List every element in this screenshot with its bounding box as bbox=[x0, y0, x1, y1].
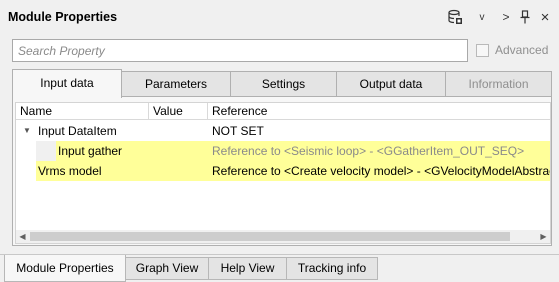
row-reference: Reference to <Create velocity model> - <… bbox=[212, 164, 551, 178]
scroll-right-icon[interactable]: ▶ bbox=[537, 230, 550, 243]
tab-parameters[interactable]: Parameters bbox=[121, 71, 231, 97]
chevron-right-icon[interactable]: > bbox=[500, 8, 512, 26]
bottom-dock-tabs: Module Properties Graph View Help View T… bbox=[0, 254, 559, 282]
tree-row[interactable]: Vrms model Reference to <Create velocity… bbox=[16, 161, 551, 181]
search-input[interactable] bbox=[12, 39, 468, 62]
tab-module-properties[interactable]: Module Properties bbox=[4, 255, 126, 282]
checkbox-box[interactable] bbox=[476, 43, 489, 57]
title-bar: Module Properties v > × bbox=[0, 0, 559, 34]
column-header-value[interactable]: Value bbox=[149, 103, 208, 120]
column-header-reference[interactable]: Reference bbox=[208, 103, 550, 120]
close-icon[interactable]: × bbox=[539, 8, 551, 26]
row-name: Vrms model bbox=[38, 164, 102, 178]
tab-graph-view[interactable]: Graph View bbox=[125, 257, 209, 280]
tab-output-data[interactable]: Output data bbox=[336, 71, 446, 97]
row-reference: Reference to <Seismic loop> - <GGatherIt… bbox=[212, 144, 525, 158]
tab-help-view[interactable]: Help View bbox=[208, 257, 287, 280]
tree-header: Name Value Reference bbox=[16, 103, 550, 120]
tab-information[interactable]: Information bbox=[445, 71, 552, 97]
row-name: Input DataItem bbox=[38, 124, 117, 138]
window-title: Module Properties bbox=[8, 10, 118, 24]
tree-row[interactable]: Input gather Reference to <Seismic loop>… bbox=[16, 141, 550, 161]
property-tree: Name Value Reference ▼ Input DataItem NO… bbox=[15, 102, 551, 244]
tree-row[interactable]: ▼ Input DataItem NOT SET bbox=[16, 121, 550, 141]
tab-content-panel: Name Value Reference ▼ Input DataItem NO… bbox=[12, 96, 552, 246]
scroll-left-icon[interactable]: ◀ bbox=[16, 230, 29, 243]
column-header-name[interactable]: Name bbox=[16, 103, 149, 120]
tab-tracking-info[interactable]: Tracking info bbox=[286, 257, 378, 280]
row-reference: NOT SET bbox=[212, 124, 264, 138]
chevron-down-icon[interactable]: v bbox=[476, 8, 488, 26]
advanced-checkbox[interactable]: Advanced bbox=[476, 43, 548, 57]
indent-spacer bbox=[36, 141, 56, 161]
horizontal-scrollbar[interactable]: ◀ ▶ bbox=[16, 230, 550, 243]
tab-input-data[interactable]: Input data bbox=[12, 69, 122, 98]
tab-settings[interactable]: Settings bbox=[230, 71, 337, 97]
database-settings-icon[interactable] bbox=[446, 8, 464, 26]
advanced-label: Advanced bbox=[495, 43, 549, 57]
scrollbar-thumb[interactable] bbox=[30, 232, 510, 241]
expand-arrow-icon[interactable]: ▼ bbox=[20, 121, 34, 141]
pin-icon[interactable] bbox=[519, 8, 531, 26]
row-name: Input gather bbox=[58, 144, 123, 158]
